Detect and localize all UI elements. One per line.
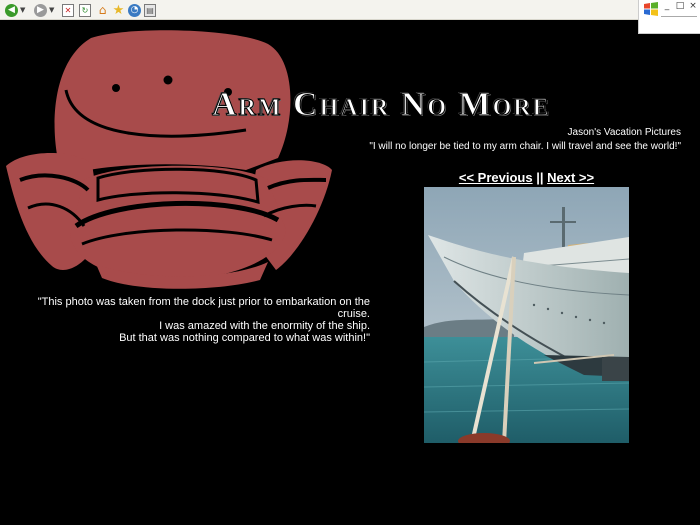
refresh-icon: ↻ <box>79 3 91 17</box>
forward-button[interactable]: ▶ ▼ <box>34 2 54 18</box>
print-button[interactable]: ▤ <box>144 2 156 18</box>
chevron-down-icon: ▼ <box>49 6 55 14</box>
favorites-icon: ★ <box>112 2 125 18</box>
home-icon: ⌂ <box>98 3 107 17</box>
windows-logo-icon <box>644 2 658 16</box>
armchair-logo <box>6 30 332 289</box>
browser-toolbar: ◀ ▼ ▶ ▼ ✕ ↻ ⌂ ★ ◔ ▤ <box>0 0 700 20</box>
back-button[interactable]: ◀ ▼ <box>5 2 25 18</box>
home-button[interactable]: ⌂ <box>96 2 109 18</box>
throbber-bar <box>661 16 697 17</box>
chevron-down-icon: ▼ <box>20 6 26 14</box>
caption-line: "This photo was taken from the dock just… <box>37 296 370 320</box>
stop-button[interactable]: ✕ <box>62 2 74 18</box>
refresh-button[interactable]: ↻ <box>79 2 91 18</box>
stop-icon: ✕ <box>62 3 74 17</box>
previous-link[interactable]: << Previous <box>459 170 533 185</box>
photo-navigation: << Previous || Next >> <box>424 170 629 185</box>
site-title: Arm Chair No More <box>212 86 551 124</box>
close-button[interactable]: × <box>687 1 699 11</box>
caption-line: But that was nothing compared to what wa… <box>119 332 370 344</box>
window-controls: _ □ × <box>638 0 700 34</box>
site-subtitle: Jason's Vacation Pictures <box>567 127 681 138</box>
history-button[interactable]: ◔ <box>128 2 141 18</box>
site-tagline: "I will no longer be tied to my arm chai… <box>369 141 681 152</box>
history-icon: ◔ <box>128 3 141 17</box>
restore-button[interactable]: □ <box>674 1 686 11</box>
back-icon: ◀ <box>5 3 18 17</box>
photo-caption: "This photo was taken from the dock just… <box>14 296 370 344</box>
minimize-button[interactable]: _ <box>661 1 673 11</box>
nav-separator: || <box>536 170 544 185</box>
forward-icon: ▶ <box>34 3 47 17</box>
favorites-button[interactable]: ★ <box>112 2 125 18</box>
caption-line: I was amazed with the enormity of the sh… <box>159 320 370 332</box>
next-link[interactable]: Next >> <box>547 170 594 185</box>
ship-photo <box>424 187 629 443</box>
print-icon: ▤ <box>144 3 156 17</box>
